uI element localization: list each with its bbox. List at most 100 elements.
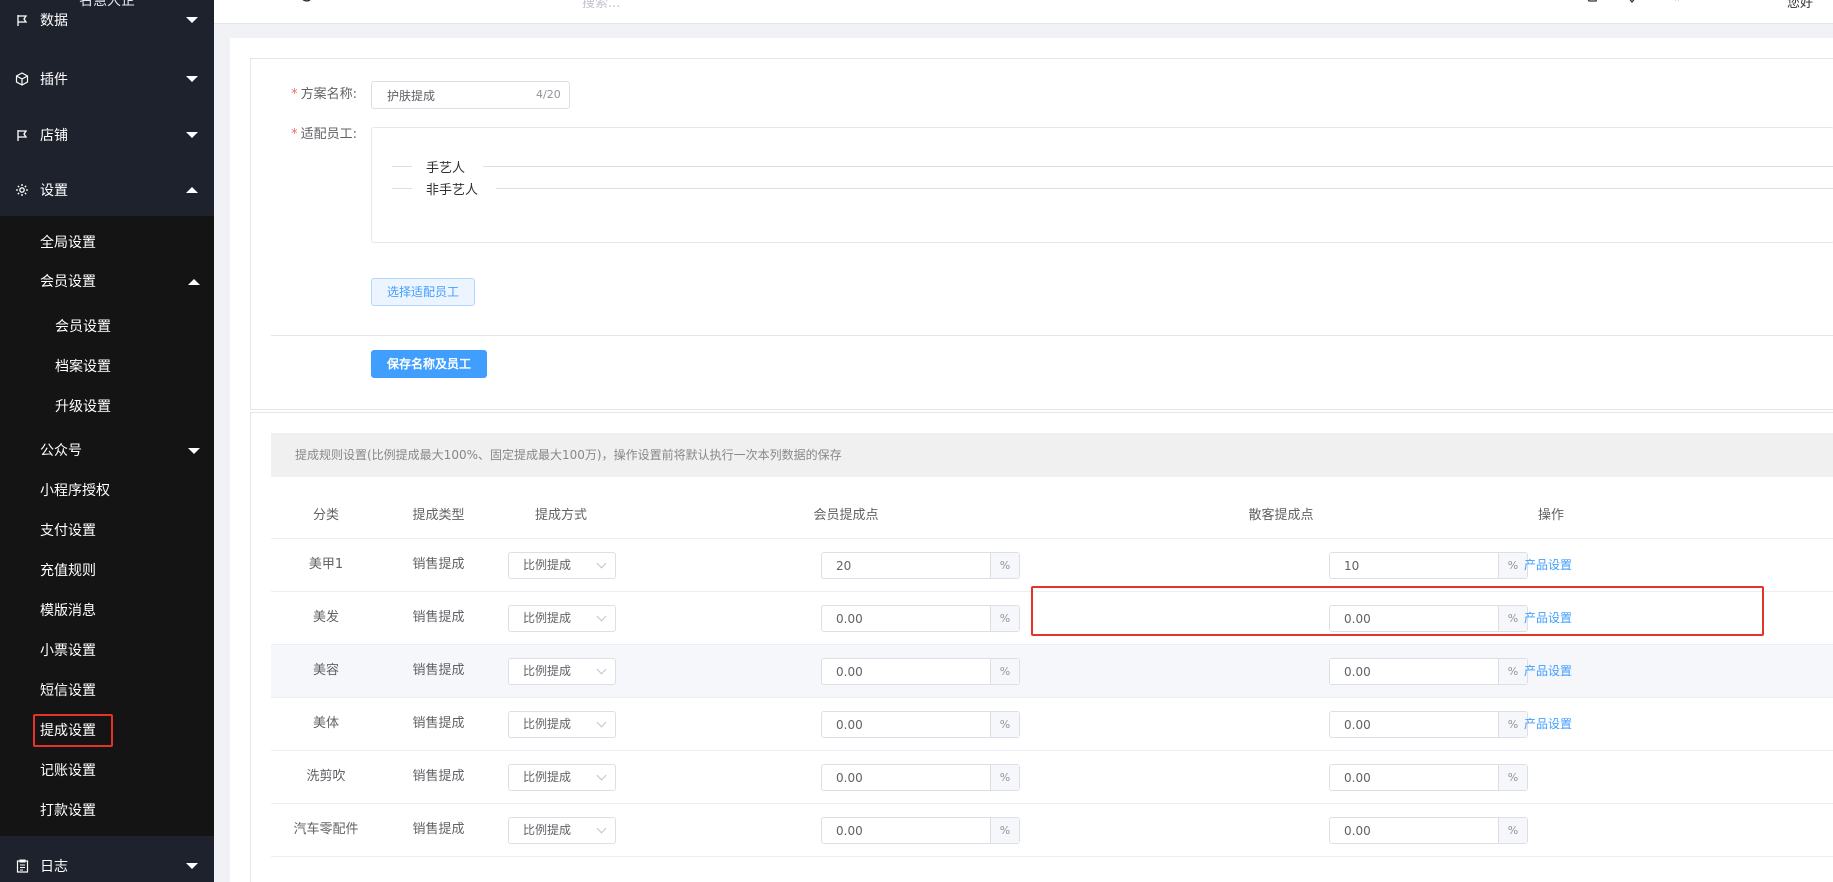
guest-point-field: %: [1329, 817, 1528, 844]
member-point-field: %: [821, 605, 1020, 632]
main-content: *方案名称: 4/20 *适配员工: 手艺人 非手艺人 选择适配员工 保存名称及…: [230, 38, 1833, 882]
cart-icon[interactable]: [1584, 0, 1604, 8]
sidebar-item-label: 店铺: [40, 128, 68, 144]
search-input[interactable]: 搜索...: [582, 0, 620, 11]
sidebar-item-data[interactable]: 数据: [0, 0, 214, 48]
flag-icon: [14, 127, 30, 143]
cell-commission-type: 销售提成: [412, 663, 465, 678]
submenu-label: 公众号: [40, 443, 82, 459]
product-settings-link[interactable]: 产品设置: [1524, 539, 1572, 591]
guest-point-input[interactable]: [1330, 818, 1498, 843]
member-point-input[interactable]: [822, 712, 990, 737]
submenu-member-settings-group[interactable]: 会员设置: [40, 267, 200, 297]
commission-rules-card: 提成规则设置(比例提成最大100%、固定提成最大100万)，操作设置前将默认执行…: [250, 412, 1833, 882]
submenu-upgrade-settings[interactable]: 升级设置: [55, 392, 111, 422]
submenu-member-settings[interactable]: 会员设置: [55, 312, 111, 342]
commission-method-select[interactable]: 比例提成: [508, 658, 616, 685]
submenu-official-account[interactable]: 公众号: [40, 436, 200, 466]
member-point-input[interactable]: [822, 659, 990, 684]
clipboard-icon: [14, 858, 30, 874]
chevron-down-icon: [596, 717, 607, 728]
product-settings-link[interactable]: 产品设置: [1524, 698, 1572, 750]
submenu-archive-settings[interactable]: 档案设置: [55, 352, 111, 382]
sidebar-item-logs[interactable]: 日志: [0, 838, 214, 882]
guest-point-input[interactable]: [1330, 606, 1498, 631]
sidebar: 名慧大企 数据 插件 店铺 设置 全局设置 会员设置 会员设置 档案设置 升级设…: [0, 0, 214, 882]
staff-group-non-craftsman[interactable]: 非手艺人: [392, 178, 1833, 198]
commission-method-select[interactable]: 比例提成: [508, 764, 616, 791]
member-point-field: %: [821, 552, 1020, 579]
col-commission-type: 提成类型: [412, 508, 465, 523]
submenu-receipt-settings[interactable]: 小票设置: [40, 636, 96, 666]
submenu-global-settings[interactable]: 全局设置: [40, 228, 96, 258]
percent-unit: %: [990, 818, 1019, 843]
submenu-commission-settings[interactable]: 提成设置: [40, 716, 96, 746]
heart-icon[interactable]: [1624, 0, 1644, 8]
guest-point-input[interactable]: [1330, 659, 1498, 684]
divider: [271, 335, 1833, 336]
cell-category: 美发: [312, 610, 339, 625]
submenu-miniprogram-auth[interactable]: 小程序授权: [40, 476, 110, 506]
staff-label: * 适配员工:: [291, 127, 357, 142]
top-bar: 搜索... 您好: [214, 0, 1833, 24]
commission-method-select[interactable]: 比例提成: [508, 817, 616, 844]
staff-group-label: 非手艺人: [426, 182, 479, 198]
sidebar-item-settings[interactable]: 设置: [0, 162, 214, 218]
guest-point-input[interactable]: [1330, 553, 1498, 578]
refresh-icon[interactable]: [298, 0, 318, 8]
chevron-up-icon: [188, 279, 200, 285]
chevron-down-icon: [596, 611, 607, 622]
sidebar-item-plugins[interactable]: 插件: [0, 51, 214, 107]
select-staff-button[interactable]: 选择适配员工: [371, 278, 475, 306]
submenu-bookkeeping-settings[interactable]: 记账设置: [40, 756, 96, 786]
commission-method-select[interactable]: 比例提成: [508, 552, 616, 579]
member-point-field: %: [821, 658, 1020, 685]
member-point-input[interactable]: [822, 818, 990, 843]
guest-point-input[interactable]: [1330, 712, 1498, 737]
select-value: 比例提成: [523, 558, 572, 572]
chevron-down-icon: [186, 863, 198, 869]
table-row: 美甲1销售提成比例提成%%产品设置: [271, 539, 1833, 592]
submenu-payout-settings[interactable]: 打款设置: [40, 796, 96, 826]
submenu-template-messages[interactable]: 模版消息: [40, 596, 96, 626]
menu-toggle-icon[interactable]: [246, 0, 266, 8]
commission-method-select[interactable]: 比例提成: [508, 605, 616, 632]
commission-method-select[interactable]: 比例提成: [508, 711, 616, 738]
member-point-field: %: [821, 817, 1020, 844]
percent-unit: %: [990, 606, 1019, 631]
submenu-sms-settings[interactable]: 短信设置: [40, 676, 96, 706]
table-row: 美容销售提成比例提成%%产品设置: [271, 645, 1833, 698]
select-value: 比例提成: [523, 611, 572, 625]
cell-commission-type: 销售提成: [412, 557, 465, 572]
member-point-field: %: [821, 764, 1020, 791]
plan-info-card: *方案名称: 4/20 *适配员工: 手艺人 非手艺人 选择适配员工 保存名称及…: [250, 58, 1833, 410]
gear-icon: [14, 182, 30, 198]
cell-commission-type: 销售提成: [412, 769, 465, 784]
sidebar-item-label: 设置: [40, 183, 68, 199]
chevron-down-icon: [596, 558, 607, 569]
select-value: 比例提成: [523, 823, 572, 837]
user-menu[interactable]: 您好: [1787, 0, 1813, 11]
guest-point-field: %: [1329, 764, 1528, 791]
percent-unit: %: [1498, 659, 1527, 684]
product-settings-link[interactable]: 产品设置: [1524, 645, 1572, 697]
percent-unit: %: [990, 712, 1019, 737]
member-point-input[interactable]: [822, 553, 990, 578]
save-name-staff-button[interactable]: 保存名称及员工: [371, 350, 487, 378]
col-member-point: 会员提成点: [813, 508, 879, 523]
submenu-recharge-rules[interactable]: 充值规则: [40, 556, 96, 586]
member-point-input[interactable]: [822, 765, 990, 790]
guest-point-input[interactable]: [1330, 765, 1498, 790]
select-value: 比例提成: [523, 770, 572, 784]
percent-unit: %: [1498, 553, 1527, 578]
cell-category: 美甲1: [308, 557, 344, 572]
chevron-down-icon: [596, 770, 607, 781]
plan-name-char-count: 4/20: [536, 88, 561, 101]
product-settings-link[interactable]: 产品设置: [1524, 592, 1572, 644]
submenu-payment-settings[interactable]: 支付设置: [40, 516, 96, 546]
table-header: 分类 提成类型 提成方式 会员提成点 散客提成点 操作: [271, 493, 1833, 539]
sidebar-item-shop[interactable]: 店铺: [0, 107, 214, 163]
fullscreen-icon[interactable]: [1669, 0, 1689, 8]
member-point-input[interactable]: [822, 606, 990, 631]
staff-group-craftsman[interactable]: 手艺人: [392, 156, 1833, 176]
